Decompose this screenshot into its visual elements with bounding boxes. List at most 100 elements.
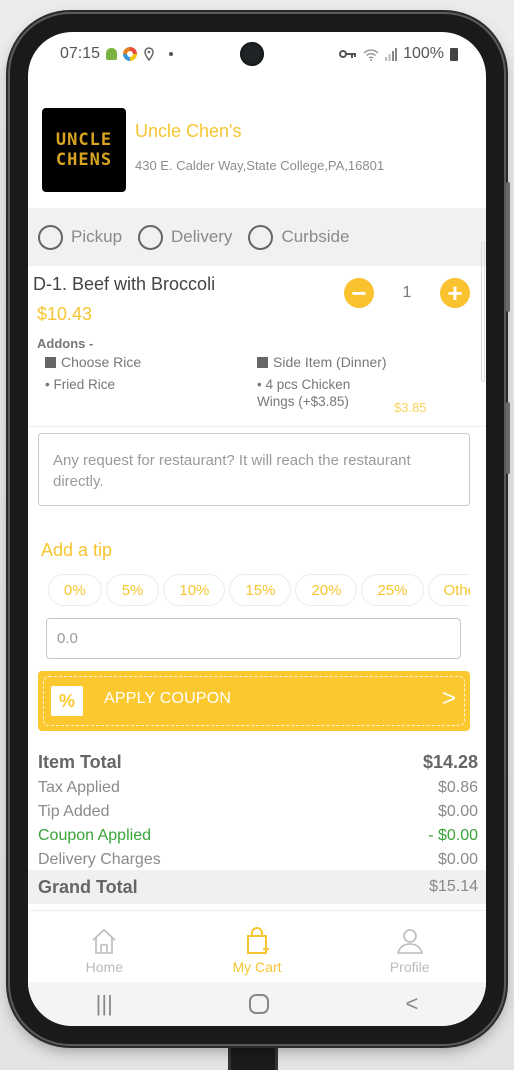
logo-text-line2: CHENS — [55, 150, 113, 170]
tip-chip-20[interactable]: 20% — [295, 574, 358, 606]
logo-text-line1: UNCLE — [55, 130, 113, 150]
item-name: D-1. Beef with Broccoli — [33, 274, 216, 294]
plus-icon: + — [447, 278, 463, 308]
power-button — [506, 402, 510, 474]
row-label: Tip Added — [38, 803, 110, 820]
item-price: $10.43 — [37, 304, 93, 324]
addon-extra-price: $3.85 — [394, 400, 427, 415]
nav-my-cart[interactable]: My Cart — [181, 911, 334, 982]
tip-chip-25[interactable]: 25% — [361, 574, 424, 606]
radio-label: Delivery — [171, 227, 233, 246]
signal-icon — [385, 47, 398, 61]
row-value: - $0.00 — [428, 827, 478, 844]
addon-group: Side Item (Dinner) • 4 pcs Chicken Wings… — [257, 354, 387, 410]
nav-label: Home — [85, 959, 124, 975]
front-camera — [240, 42, 264, 66]
location-icon — [144, 47, 154, 61]
row-label: Coupon Applied — [38, 827, 151, 844]
chevron-right-icon: > — [441, 685, 456, 712]
increase-quantity-button[interactable]: + — [440, 278, 470, 308]
recents-button[interactable]: ||| — [96, 991, 113, 1017]
vpn-key-icon — [339, 50, 357, 58]
tip-options: 0% 5% 10% 15% 20% 25% Other — [48, 574, 470, 606]
tip-row: Tip Added $0.00 — [28, 800, 486, 824]
radio-pickup[interactable]: Pickup — [38, 224, 123, 250]
decrease-quantity-button[interactable]: − — [344, 278, 374, 308]
row-label: Delivery Charges — [38, 851, 161, 868]
shopping-bag-icon — [247, 927, 269, 954]
addons-title: Addons - — [37, 336, 94, 351]
screen: 07:15 100% UNCLE CHENS Uncle Chen's 430 … — [28, 32, 486, 1026]
radio-circle-icon — [248, 224, 274, 250]
tip-amount-value: 0.0 — [57, 630, 78, 647]
grand-total-row: Grand Total $15.14 — [28, 870, 486, 904]
volume-button — [506, 182, 510, 312]
radio-circle-icon — [38, 224, 63, 250]
row-label: Item Total — [38, 751, 122, 772]
quantity-value: 1 — [402, 284, 412, 301]
grand-total-value: $15.14 — [429, 878, 478, 895]
radio-label: Curbside — [281, 227, 350, 246]
radio-circle-icon — [138, 224, 164, 250]
restaurant-header: UNCLE CHENS Uncle Chen's 430 E. Calder W… — [28, 94, 486, 206]
status-time: 07:15 — [60, 45, 101, 62]
order-type-selector: Pickup Delivery Curbside — [28, 208, 486, 266]
addon-option: • Fried Rice — [45, 377, 115, 392]
restaurant-request-input[interactable]: Any request for restaurant? It will reac… — [38, 433, 470, 506]
nav-label: Profile — [389, 959, 430, 975]
home-icon — [92, 928, 116, 954]
scrollbar[interactable] — [481, 242, 485, 382]
delivery-row: Delivery Charges $0.00 — [28, 848, 486, 872]
item-total-row: Item Total $14.28 — [28, 748, 486, 776]
row-value: $14.28 — [422, 751, 478, 772]
phone-frame: 07:15 100% UNCLE CHENS Uncle Chen's 430 … — [10, 14, 510, 1044]
request-placeholder: Any request for restaurant? It will reac… — [53, 452, 411, 490]
bottom-navigation: Home My Cart Profile — [28, 910, 486, 982]
app-icon — [123, 47, 138, 61]
nav-home[interactable]: Home — [28, 911, 181, 982]
tip-amount-input[interactable]: 0.0 — [46, 618, 461, 659]
restaurant-address: 430 E. Calder Way,State College,PA,16801 — [135, 158, 385, 173]
tip-title: Add a tip — [41, 540, 113, 560]
nav-label: My Cart — [232, 959, 282, 975]
system-navigation-bar: ||| < — [28, 982, 486, 1026]
back-button[interactable]: < — [405, 991, 418, 1017]
grand-total-label: Grand Total — [38, 876, 138, 897]
apply-coupon-button[interactable]: % APPLY COUPON > — [38, 671, 470, 731]
radio-delivery[interactable]: Delivery — [138, 224, 233, 250]
home-button[interactable] — [248, 993, 270, 1015]
tip-chip-0[interactable]: 0% — [48, 574, 102, 606]
coupon-icon: % — [51, 686, 83, 716]
addon-group-name: Choose Rice — [61, 354, 142, 370]
usb-cable — [228, 1040, 278, 1070]
radio-curbside[interactable]: Curbside — [248, 224, 350, 250]
tip-chip-10[interactable]: 10% — [163, 574, 226, 606]
coupon-label: APPLY COUPON — [104, 690, 232, 707]
tip-chip-other[interactable]: Other — [427, 574, 470, 606]
coupon-row: Coupon Applied - $0.00 — [28, 824, 486, 848]
divider — [28, 426, 486, 427]
android-icon — [106, 48, 118, 60]
device-stage: 07:15 100% UNCLE CHENS Uncle Chen's 430 … — [0, 0, 514, 1070]
row-value: $0.86 — [437, 779, 478, 796]
quantity-stepper: − 1 + — [344, 274, 470, 312]
addon-group-name: Side Item (Dinner) — [273, 354, 387, 370]
square-bullet-icon — [257, 356, 268, 368]
addon-group: Choose Rice • Fried Rice — [45, 354, 141, 393]
square-bullet-icon — [45, 356, 56, 368]
battery-percent: 100% — [403, 45, 444, 62]
order-summary: Item Total $14.28 Tax Applied $0.86 Tip … — [28, 748, 486, 872]
restaurant-logo: UNCLE CHENS — [42, 108, 126, 192]
radio-label: Pickup — [71, 227, 123, 246]
row-label: Tax Applied — [38, 779, 120, 796]
row-value: $0.00 — [437, 803, 478, 820]
notification-dot-icon — [169, 52, 174, 56]
tip-chip-5[interactable]: 5% — [105, 574, 160, 606]
tax-row: Tax Applied $0.86 — [28, 776, 486, 800]
tip-chip-15[interactable]: 15% — [229, 574, 292, 606]
minus-icon: − — [351, 278, 367, 308]
profile-icon — [396, 929, 423, 954]
restaurant-name: Uncle Chen's — [135, 121, 242, 141]
nav-profile[interactable]: Profile — [333, 911, 486, 982]
battery-icon — [450, 47, 458, 61]
